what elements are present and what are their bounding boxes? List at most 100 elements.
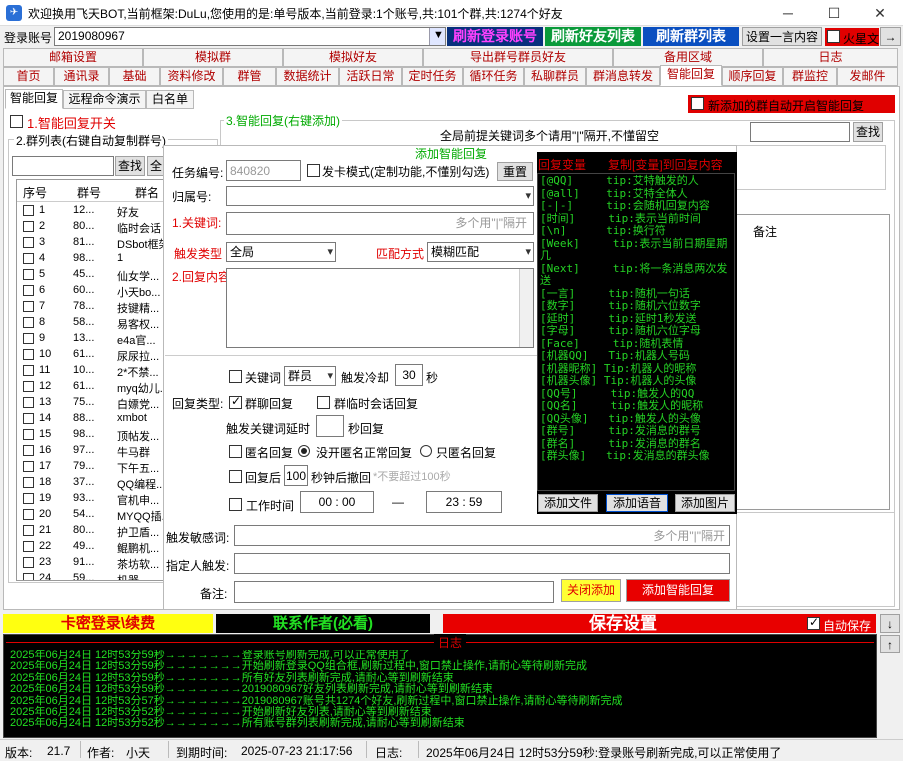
table-row[interactable]: 15 98... 顶帖发... <box>17 427 165 443</box>
table-row[interactable]: 17 79... 下午五... <box>17 459 165 475</box>
add-image-button[interactable]: 添加图片 <box>675 494 735 512</box>
tab-loop[interactable]: 循环任务 <box>463 67 524 86</box>
subtab-whitelist[interactable]: 白名单 <box>146 90 194 109</box>
tab-contacts[interactable]: 通讯录 <box>54 67 109 86</box>
content-scrollbar[interactable] <box>519 269 533 347</box>
subtab-remote-command[interactable]: 远程命令演示 <box>63 90 146 109</box>
scroll-down-button[interactable]: ↓ <box>880 614 900 633</box>
table-row[interactable]: 16 97... 牛马群 <box>17 443 165 459</box>
variable-item[interactable]: [QQ名] tip:触发人的昵称 <box>540 399 727 413</box>
trigger-type-select[interactable]: 全局 <box>226 242 336 262</box>
group-search-button[interactable]: 查找 <box>115 156 145 176</box>
row-checkbox[interactable] <box>23 349 34 360</box>
account-dropdown-arrow[interactable]: ▼ <box>429 28 445 45</box>
owner-select[interactable] <box>226 186 534 206</box>
match-select[interactable]: 模糊匹配 <box>427 242 534 262</box>
anon-radio-only[interactable] <box>420 445 432 457</box>
table-row[interactable]: 5 45... 仙女学... <box>17 267 165 283</box>
tab-profile-edit[interactable]: 资料修改 <box>160 67 223 86</box>
tab-smart-reply[interactable]: 智能回复 <box>660 65 722 86</box>
table-row[interactable]: 13 75... 白嫖党... <box>17 395 165 411</box>
row-checkbox[interactable] <box>23 413 34 424</box>
anon-checkbox[interactable] <box>229 445 242 458</box>
refresh-login-button[interactable]: 刷新登录账号 <box>447 27 543 46</box>
temp-reply-checkbox[interactable] <box>317 396 330 409</box>
subtab-smart-reply[interactable]: 智能回复 <box>5 89 63 109</box>
table-row[interactable]: 8 58... 易客权... <box>17 315 165 331</box>
auto-save-toggle[interactable]: 自动保存 <box>803 614 876 633</box>
new-group-auto-toggle[interactable]: 新添加的群自动开启智能回复 <box>688 95 895 113</box>
recall-input[interactable]: 100 <box>284 465 308 486</box>
auto-save-checkbox[interactable] <box>807 615 820 630</box>
tab-daily-active[interactable]: 活跃日常 <box>339 67 402 86</box>
table-row[interactable]: 4 98... 1 <box>17 251 165 267</box>
table-row[interactable]: 22 49... 鲲鹏机... <box>17 539 165 555</box>
table-row[interactable]: 24 59... 机器... <box>17 571 165 580</box>
content-textarea[interactable] <box>226 268 534 348</box>
add-reply-button[interactable]: 添加智能回复 <box>626 579 730 602</box>
member-select[interactable]: 群员 <box>284 366 336 386</box>
add-file-button[interactable]: 添加文件 <box>538 494 598 512</box>
reset-button[interactable]: 重置 <box>497 162 533 181</box>
row-checkbox[interactable] <box>23 525 34 536</box>
recall-checkbox[interactable] <box>229 470 242 483</box>
variable-item[interactable]: [Next] tip:将一条消息两次发 <box>540 262 727 276</box>
close-add-button[interactable]: 关闭添加 <box>561 579 621 602</box>
tab-send-mail[interactable]: 发邮件 <box>837 67 898 86</box>
tab-scheduled[interactable]: 定时任务 <box>402 67 463 86</box>
row-checkbox[interactable] <box>23 317 34 328</box>
sensitive-input[interactable]: 多个用"|"隔开 <box>234 525 730 546</box>
table-row[interactable]: 6 60... 小天bo... <box>17 283 165 299</box>
row-checkbox[interactable] <box>23 269 34 280</box>
table-row[interactable]: 23 91... 茶坊软... <box>17 555 165 571</box>
row-checkbox[interactable] <box>23 205 34 216</box>
table-row[interactable]: 9 13... e4a官... <box>17 331 165 347</box>
tab-home[interactable]: 首页 <box>3 67 54 86</box>
work-time-start[interactable]: 00 : 00 <box>300 491 374 513</box>
table-row[interactable]: 3 81... DSbot框架 <box>17 235 165 251</box>
table-row[interactable]: 10 61... 尿尿拉... <box>17 347 165 363</box>
variable-item[interactable]: 几 <box>540 249 727 263</box>
row-checkbox[interactable] <box>23 493 34 504</box>
table-row[interactable]: 19 93... 官机申... <box>17 491 165 507</box>
variable-item[interactable]: [机器QQ] Tip:机器人号码 <box>540 349 727 363</box>
refresh-friends-button[interactable]: 刷新好友列表 <box>545 27 641 46</box>
row-checkbox[interactable] <box>23 541 34 552</box>
row-checkbox[interactable] <box>23 285 34 296</box>
person-input[interactable] <box>234 553 730 574</box>
tab-email-settings[interactable]: 邮箱设置 <box>3 48 143 67</box>
tab-statistics[interactable]: 数据统计 <box>276 67 339 86</box>
variable-item[interactable]: [群号] tip:发消息的群号 <box>540 424 727 438</box>
close-button[interactable]: ✕ <box>857 0 903 26</box>
new-group-checkbox[interactable] <box>691 97 704 110</box>
set-one-line-button[interactable]: 设置一言内容 <box>742 27 822 46</box>
table-row[interactable]: 12 61... myq幼儿... <box>17 379 165 395</box>
tab-private-chat[interactable]: 私聊群员 <box>524 67 586 86</box>
work-time-checkbox[interactable] <box>229 498 242 511</box>
table-row[interactable]: 2 80... 临时会话 <box>17 219 165 235</box>
delay-input[interactable] <box>316 415 344 437</box>
row-checkbox[interactable] <box>23 221 34 232</box>
keyword-input[interactable]: 多个用"|"隔开 <box>226 212 534 235</box>
save-settings-button[interactable]: 保存设置 <box>443 614 803 633</box>
variable-item[interactable]: 送 <box>540 274 727 288</box>
maximize-button[interactable]: ☐ <box>811 0 857 26</box>
row-checkbox[interactable] <box>23 237 34 248</box>
cooldown-input[interactable]: 30 <box>395 364 423 386</box>
row-checkbox[interactable] <box>23 301 34 312</box>
refresh-groups-button[interactable]: 刷新群列表 <box>643 27 739 46</box>
tab-export[interactable]: 导出群号群员好友 <box>423 48 613 67</box>
task-id-input[interactable]: 840820 <box>226 160 301 181</box>
row-checkbox[interactable] <box>23 429 34 440</box>
row-checkbox[interactable] <box>23 477 34 488</box>
add-voice-button[interactable]: 添加语音 <box>606 494 668 512</box>
global-keyword-input[interactable] <box>750 122 850 142</box>
tab-log[interactable]: 日志 <box>763 48 898 67</box>
variable-item[interactable]: [机器头像] Tip:机器人的头像 <box>540 374 727 388</box>
row-checkbox[interactable] <box>23 557 34 568</box>
account-select[interactable]: 2019080967 <box>54 27 446 46</box>
mars-toggle[interactable]: 火星文 <box>825 28 879 46</box>
row-checkbox[interactable] <box>23 333 34 344</box>
row-checkbox[interactable] <box>23 365 34 376</box>
row-checkbox[interactable] <box>23 381 34 392</box>
